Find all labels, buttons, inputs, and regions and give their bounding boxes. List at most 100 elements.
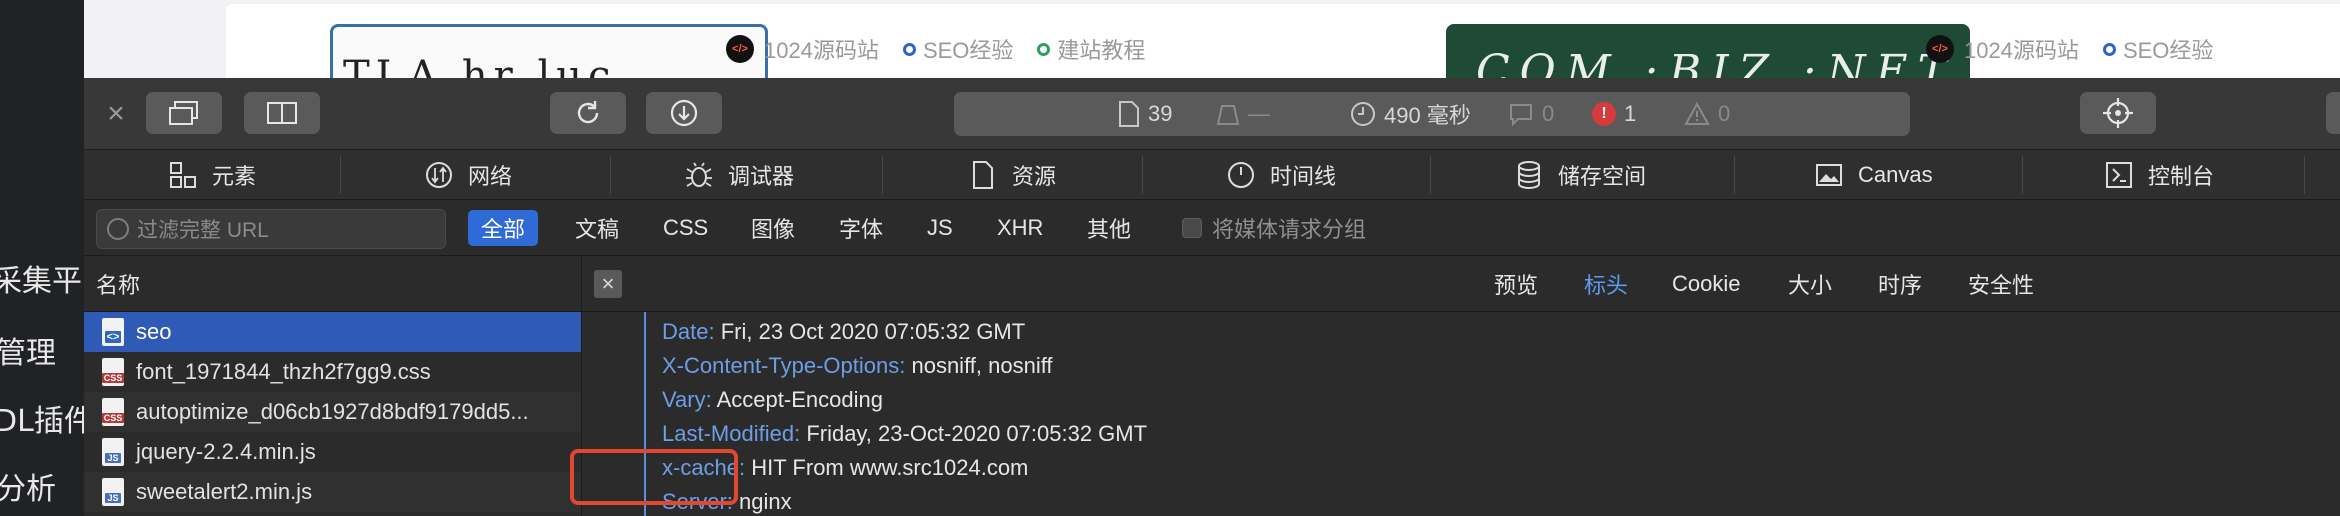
tag-seo[interactable]: SEO经验 — [2102, 33, 2213, 65]
crosshair-icon — [2103, 98, 2133, 128]
error-icon: ! — [1592, 102, 1616, 126]
site-name[interactable]: 1024源码站 — [1964, 33, 2079, 65]
filter-font[interactable]: 字体 — [826, 210, 896, 246]
timeline-icon — [1228, 162, 1254, 188]
detach-window-icon — [169, 101, 198, 125]
tab-preview[interactable]: 预览 — [1494, 256, 1538, 312]
tab-timing[interactable]: 时序 — [1878, 256, 1922, 312]
warning-count[interactable]: 0 — [1684, 92, 1730, 136]
canvas-icon — [1816, 164, 1842, 186]
article-thumbnail[interactable]: COM ·BIZ ·NET — [1446, 24, 1970, 78]
request-row[interactable]: CSS font_1971844_thzh2f7gg9.css — [84, 352, 581, 392]
request-row[interactable]: CSS autoptimize_d06cb1927d8bdf9179dd5... — [84, 392, 581, 432]
sidebar-item-collect[interactable]: 采集平台 — [0, 256, 84, 300]
warning-icon — [1684, 102, 1710, 125]
webpage-content: TLA hr luc </> 1024源码站 SEO经验 建站教程 COM ·B… — [84, 0, 2340, 78]
group-media-checkbox[interactable]: 将媒体请求分组 — [1182, 210, 1366, 246]
tab-divider — [610, 156, 611, 194]
close-inspector-button[interactable]: × — [98, 96, 134, 132]
load-time[interactable]: 490 毫秒 — [1350, 92, 1471, 136]
dock-side-button[interactable] — [244, 92, 320, 134]
filter-xhr[interactable]: XHR — [984, 210, 1056, 246]
detach-window-button[interactable] — [146, 92, 222, 134]
request-detail-panel: × 预览 标头 Cookie 大小 时序 安全性 Date: Fri, 23 O… — [582, 256, 2340, 516]
tab-divider — [2022, 156, 2023, 194]
element-picker-button[interactable] — [2080, 92, 2156, 134]
error-count[interactable]: ! 1 — [1592, 92, 1636, 136]
inspector-toolbar: × 39 — 490 毫秒 0 ! 1 0 — [84, 78, 2340, 150]
tab-console[interactable]: 控制台 — [2104, 150, 2214, 200]
article-meta: </> 1024源码站 SEO经验 — [1926, 34, 2213, 64]
sidebar-item-plugin[interactable]: DL插件 — [0, 396, 84, 440]
request-row[interactable]: JS jquery-2.2.4.min.js — [84, 432, 581, 472]
site-name[interactable]: 1024源码站 — [764, 33, 879, 65]
tab-headers[interactable]: 标头 — [1584, 256, 1628, 312]
request-row[interactable]: JS sweetalert2.min.js — [84, 472, 581, 512]
article-meta: </> 1024源码站 SEO经验 建站教程 — [726, 34, 1145, 64]
dock-side-icon — [267, 102, 297, 124]
header-row: X-Content-Type-Options: nosniff, nosniff — [662, 353, 1053, 378]
reload-button[interactable] — [550, 92, 626, 134]
tab-elements[interactable]: 元素 — [168, 150, 256, 200]
checkbox[interactable] — [1182, 218, 1202, 238]
filter-document[interactable]: 文稿 — [562, 210, 632, 246]
filter-js[interactable]: JS — [914, 210, 966, 246]
tab-divider — [1142, 156, 1143, 194]
tag-seo[interactable]: SEO经验 — [902, 33, 1013, 65]
tab-storage[interactable]: 储存空间 — [1514, 150, 1646, 200]
page-sidebar: 采集平台 管理 DL插件 分析 — [0, 0, 84, 516]
more-button[interactable] — [2326, 92, 2340, 134]
tab-divider — [1430, 156, 1431, 194]
response-headers: Date: Fri, 23 Oct 2020 07:05:32 GMT X-Co… — [644, 312, 2334, 516]
resource-count[interactable]: 39 — [1118, 92, 1172, 136]
css-file-icon: CSS — [101, 358, 125, 386]
js-file-icon: JS — [102, 438, 124, 466]
tab-network[interactable]: 网络 — [424, 150, 512, 200]
weight-icon — [1216, 105, 1240, 125]
network-icon — [426, 162, 452, 188]
tab-security[interactable]: 安全性 — [1968, 256, 2034, 312]
download-button[interactable] — [646, 92, 722, 134]
close-detail-button[interactable]: × — [594, 270, 622, 298]
detail-tabbar: × 预览 标头 Cookie 大小 时序 安全性 — [582, 256, 2340, 312]
debugger-icon — [686, 162, 712, 187]
log-count[interactable]: 0 — [1508, 92, 1554, 136]
filter-placeholder: 过滤完整 URL — [137, 219, 269, 242]
filter-css[interactable]: CSS — [650, 210, 721, 246]
sidebar-item-manage[interactable]: 管理 — [0, 328, 56, 372]
filter-other[interactable]: 其他 — [1074, 210, 1144, 246]
resources-icon — [973, 161, 993, 189]
filter-all[interactable]: 全部 — [468, 210, 539, 246]
js-file-icon: JS — [102, 478, 124, 506]
annotation-highlight-box — [570, 449, 738, 505]
tab-resources[interactable]: 资源 — [968, 150, 1056, 200]
activity-summary: 39 — 490 毫秒 0 ! 1 0 — [954, 92, 1910, 136]
clock-icon — [1351, 102, 1375, 126]
tab-size[interactable]: 大小 — [1788, 256, 1832, 312]
url-filter-input[interactable]: 过滤完整 URL — [96, 209, 446, 249]
site-logo: </> — [726, 35, 754, 63]
name-column-header[interactable]: 名称 — [84, 256, 581, 312]
tab-canvas[interactable]: Canvas — [1814, 150, 1933, 200]
sidebar-item-analysis[interactable]: 分析 — [0, 464, 56, 508]
reload-icon — [577, 101, 599, 124]
storage-icon — [1518, 161, 1540, 190]
tag-build[interactable]: 建站教程 — [1037, 33, 1145, 65]
tab-divider — [2304, 156, 2305, 194]
tab-cookie[interactable]: Cookie — [1672, 256, 1740, 312]
elements-icon — [170, 162, 196, 188]
request-row[interactable]: <> seo — [84, 312, 581, 352]
tab-divider — [340, 156, 341, 194]
console-icon — [2106, 162, 2132, 188]
network-filter-bar: 过滤完整 URL 全部 文稿 CSS 图像 字体 JS XHR 其他 将媒体请求… — [84, 200, 2340, 256]
filter-image[interactable]: 图像 — [738, 210, 808, 246]
download-icon — [670, 99, 698, 127]
document-file-icon: <> — [102, 318, 124, 346]
tab-debugger[interactable]: 调试器 — [684, 150, 794, 200]
article-thumbnail[interactable]: TLA hr luc — [330, 24, 768, 78]
inspector-tabbar: 元素 网络 调试器 资源 时间线 储存空间 Canvas 控制台 — [84, 150, 2340, 200]
transfer-size[interactable]: — — [1216, 92, 1270, 136]
message-icon — [1510, 104, 1532, 126]
filter-icon — [107, 218, 129, 240]
tab-timeline[interactable]: 时间线 — [1226, 150, 1336, 200]
